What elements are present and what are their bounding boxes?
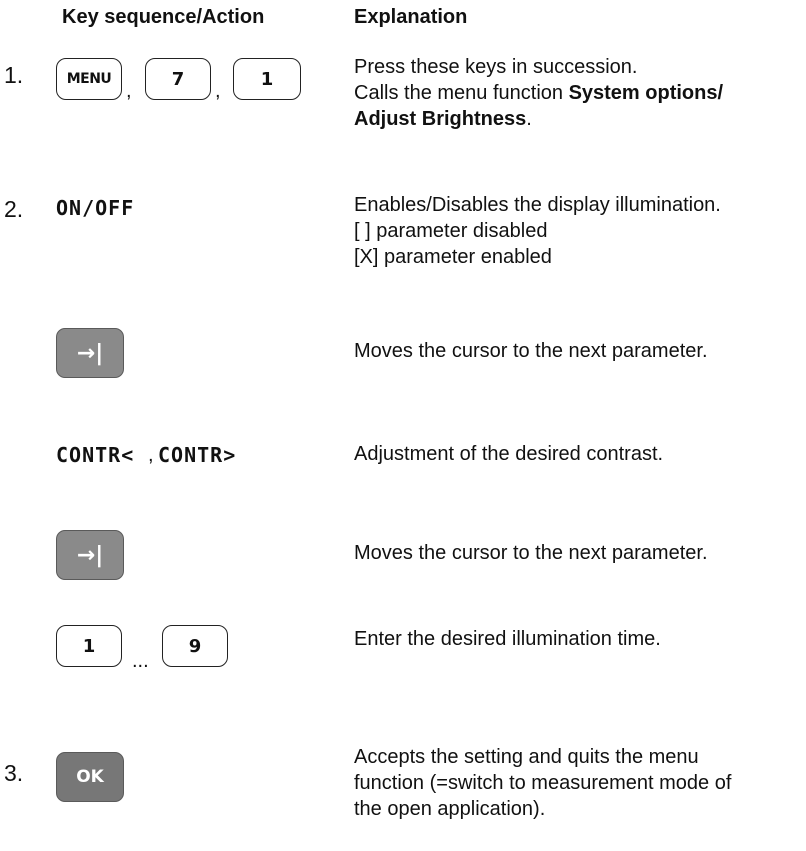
key-1: 1 — [233, 58, 301, 100]
separator-ellipsis: ... — [132, 650, 149, 672]
key-7: 7 — [145, 58, 211, 100]
softkey-contrast-up: CONTR> — [158, 443, 237, 467]
header-key-sequence: Key sequence/Action — [62, 6, 265, 28]
key-9: 9 — [162, 625, 228, 667]
softkey-on-off: ON/OFF — [56, 196, 135, 220]
step-number: 1. — [4, 62, 24, 88]
step-3-explanation: Accepts the setting and quits the menu f… — [354, 746, 732, 820]
tab-key: →| — [56, 530, 124, 580]
softkey-contrast-down: CONTR< — [56, 443, 135, 467]
tab-arrow-icon: →| — [76, 542, 104, 568]
header-explanation: Explanation — [354, 6, 468, 28]
step-number: 2. — [4, 196, 24, 222]
menu-key: MENU — [56, 58, 122, 100]
separator-comma: , — [215, 80, 221, 102]
tab-explanation: Moves the cursor to the next parameter. — [354, 542, 708, 564]
step-1-explanation: Press these keys in succession. Calls th… — [354, 56, 724, 130]
contrast-explanation: Adjustment of the desired contrast. — [354, 443, 664, 465]
tab-key: →| — [56, 328, 124, 378]
ok-key: OK — [56, 752, 124, 802]
key-1: 1 — [56, 625, 122, 667]
step-2-explanation: Enables/Disables the display illuminatio… — [354, 194, 721, 268]
tab-arrow-icon: →| — [76, 340, 104, 366]
separator-comma: , — [126, 80, 132, 102]
tab-explanation: Moves the cursor to the next parameter. — [354, 340, 708, 362]
step-number: 3. — [4, 760, 24, 786]
separator-comma: , — [148, 444, 154, 466]
numeric-explanation: Enter the desired illumination time. — [354, 628, 661, 650]
